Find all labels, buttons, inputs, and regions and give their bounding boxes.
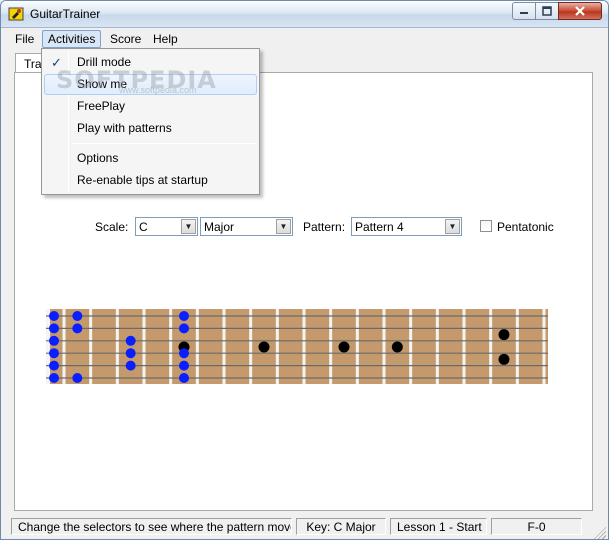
menu-item-label: FreePlay — [77, 99, 126, 113]
scale-note-dot — [72, 311, 83, 321]
watermark-url: www.softpedia.com — [119, 85, 197, 95]
title-bar[interactable]: GuitarTrainer — [1, 1, 608, 28]
fret-wire — [142, 309, 146, 384]
scale-note-dot — [125, 335, 136, 346]
scale-note-dot — [179, 348, 189, 359]
menu-bar: File Activities Score Help — [1, 29, 608, 49]
menu-item-label: Re-enable tips at startup — [77, 173, 208, 187]
scale-note-dot — [49, 323, 59, 334]
scale-type-select[interactable]: Major ▼ — [200, 217, 293, 236]
minimize-button[interactable] — [512, 2, 536, 20]
pattern-label: Pattern: — [303, 220, 346, 234]
scale-note-dot — [49, 311, 59, 321]
maximize-icon — [542, 6, 552, 16]
scale-key-value: C — [139, 220, 148, 234]
menu-item-play-with-patterns[interactable]: Play with patterns — [44, 118, 257, 139]
menu-item-label: Play with patterns — [77, 121, 172, 135]
fretboard-nut — [46, 309, 50, 384]
fret-wire — [115, 309, 119, 384]
fret-wire — [355, 309, 359, 384]
fret-wire — [302, 309, 306, 384]
fret-wire — [435, 309, 439, 384]
menu-separator — [72, 143, 256, 144]
pattern-value: Pattern 4 — [355, 220, 404, 234]
resize-grip[interactable] — [594, 527, 606, 539]
fret-wire — [275, 309, 279, 384]
scale-label: Scale: — [95, 220, 129, 234]
scale-note-dot — [179, 360, 189, 371]
fret-wire — [222, 309, 226, 384]
pattern-select[interactable]: Pattern 4 ▼ — [351, 217, 462, 236]
menu-item-freeplay[interactable]: FreePlay — [44, 96, 257, 117]
scale-note-dot — [72, 373, 83, 383]
fret-marker-dot — [498, 329, 510, 341]
status-key: Key: C Major — [296, 518, 386, 535]
status-bar: Change the selectors to see where the pa… — [1, 515, 608, 539]
scale-type-value: Major — [204, 220, 235, 234]
fret-wire — [489, 309, 493, 384]
chevron-down-icon[interactable]: ▼ — [276, 219, 291, 234]
menu-score[interactable]: Score — [104, 30, 147, 48]
scale-note-dot — [125, 360, 136, 371]
pentatonic-label: Pentatonic — [497, 220, 554, 234]
scale-note-dot — [179, 373, 189, 383]
fret-wire — [542, 309, 546, 384]
fret-wire — [89, 309, 93, 384]
scale-note-dot — [49, 335, 59, 346]
app-window: GuitarTrainer File Activities Score Help… — [0, 0, 609, 540]
scale-key-select[interactable]: C ▼ — [135, 217, 198, 236]
menu-file[interactable]: File — [9, 30, 40, 48]
scale-note-dot — [72, 323, 83, 334]
fret-marker-dot — [391, 341, 403, 353]
guitar-fretboard[interactable] — [46, 309, 548, 384]
menu-item-reenable-tips[interactable]: Re-enable tips at startup — [44, 170, 257, 191]
close-button[interactable] — [558, 2, 602, 20]
menu-item-label: Options — [77, 151, 119, 165]
fret-marker-dot — [338, 341, 350, 353]
window-title: GuitarTrainer — [30, 7, 101, 21]
guitar-app-icon — [8, 6, 24, 22]
fret-wire — [195, 309, 199, 384]
scale-note-dot — [125, 348, 136, 359]
maximize-button[interactable] — [535, 2, 559, 20]
fret-wire — [382, 309, 386, 384]
close-icon — [575, 6, 585, 16]
minimize-icon — [520, 12, 528, 14]
fret-wire — [515, 309, 519, 384]
scale-note-dot — [49, 348, 59, 359]
fret-marker-dot — [498, 353, 510, 365]
fret-wire — [329, 309, 333, 384]
status-note: F-0 — [491, 518, 582, 535]
chevron-down-icon[interactable]: ▼ — [445, 219, 460, 234]
scale-note-dot — [179, 311, 189, 321]
fret-wire — [249, 309, 253, 384]
menu-item-options[interactable]: Options — [44, 148, 257, 169]
menu-activities[interactable]: Activities — [42, 30, 102, 48]
chevron-down-icon[interactable]: ▼ — [181, 219, 196, 234]
status-message: Change the selectors to see where the pa… — [11, 518, 292, 535]
fret-wire — [169, 309, 173, 384]
menu-help[interactable]: Help — [147, 30, 184, 48]
fret-wire — [62, 309, 66, 384]
fret-wire — [462, 309, 466, 384]
scale-note-dot — [179, 323, 189, 334]
fretboard-wood — [46, 309, 548, 384]
fret-wire — [409, 309, 413, 384]
fret-marker-dot — [258, 341, 270, 353]
status-lesson: Lesson 1 - Start — [390, 518, 487, 535]
scale-note-dot — [49, 373, 59, 383]
scale-note-dot — [49, 360, 59, 371]
pentatonic-checkbox[interactable] — [480, 220, 492, 232]
